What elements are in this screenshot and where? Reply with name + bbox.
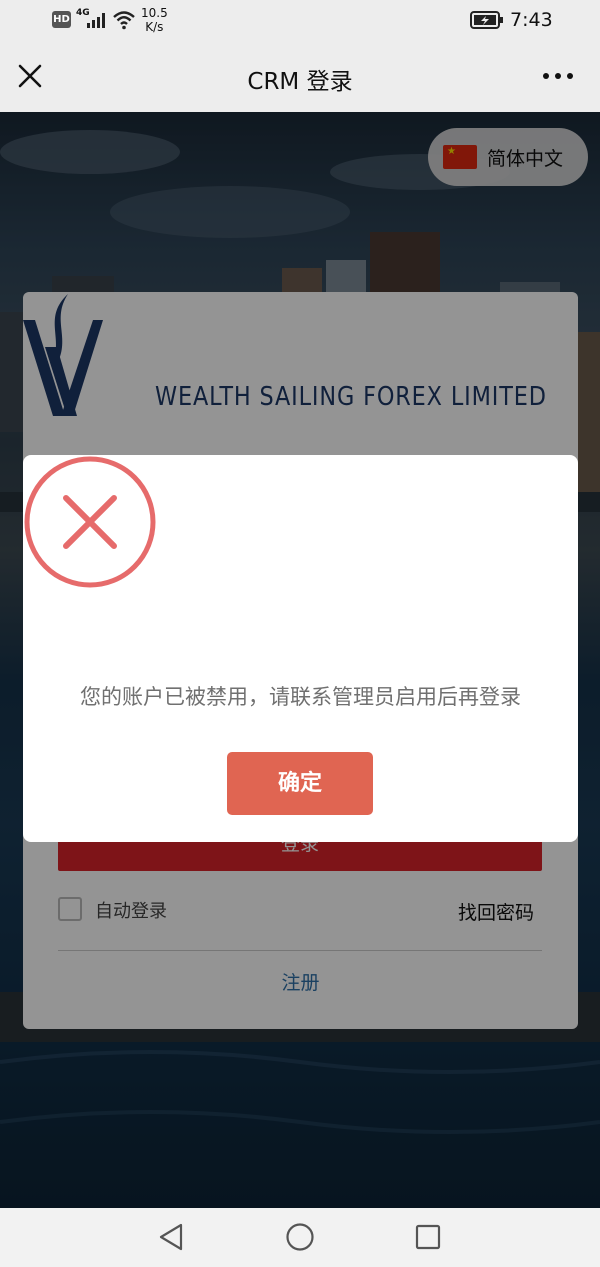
error-x-icon xyxy=(24,456,156,588)
back-triangle-icon[interactable] xyxy=(157,1222,185,1252)
confirm-button[interactable]: 确定 xyxy=(227,752,373,815)
battery-charging-icon xyxy=(470,11,503,29)
speed-value: 10.5 xyxy=(141,6,168,20)
network-speed: 10.5 K/s xyxy=(141,6,168,34)
nav-bar: CRM 登录 xyxy=(0,42,600,112)
page-title: CRM 登录 xyxy=(247,69,353,95)
error-dialog: 您的账户已被禁用，请联系管理员启用后再登录 确定 xyxy=(23,455,578,842)
signal-icon xyxy=(87,13,105,28)
home-circle-icon[interactable] xyxy=(285,1222,315,1252)
status-bar: HD 4G 10.5 K/s 7:43 xyxy=(0,0,600,42)
background-image: ★ 简体中文 WEALTH SAILING FOREX LIMITED 登录 自… xyxy=(0,112,600,1208)
hd-icon: HD xyxy=(52,11,71,28)
more-icon[interactable] xyxy=(540,62,576,90)
recents-square-icon[interactable] xyxy=(414,1222,442,1252)
system-nav-bar xyxy=(0,1208,600,1267)
dialog-message: 您的账户已被禁用，请联系管理员启用后再登录 xyxy=(80,685,521,709)
speed-unit: K/s xyxy=(145,20,164,34)
wifi-icon xyxy=(113,11,135,30)
clock: 7:43 xyxy=(510,9,553,31)
